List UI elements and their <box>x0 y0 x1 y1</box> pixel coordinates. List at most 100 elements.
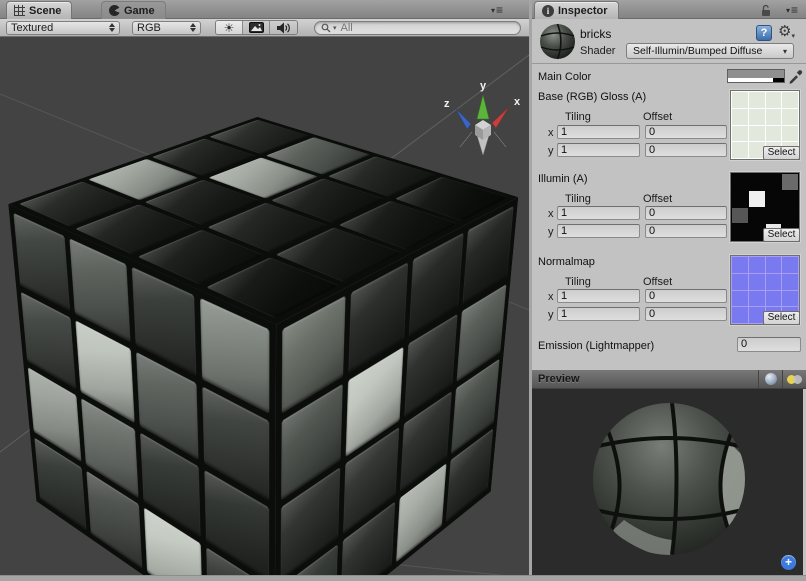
scene-toolbar: Textured RGB ☀ <box>0 19 529 37</box>
base-select-button[interactable]: Select <box>763 146 800 160</box>
inspector-pane-menu-icon[interactable]: ▾≡ <box>786 5 798 15</box>
lights-icon <box>787 375 802 384</box>
audio-toggle-button[interactable] <box>270 21 297 34</box>
info-icon: i <box>542 5 554 17</box>
material-header: bricks Shader Self-Illumin/Bumped Diffus… <box>532 19 806 64</box>
shader-value: Self-Illumin/Bumped Diffuse <box>633 45 762 57</box>
tiling-header: Tiling <box>565 111 591 123</box>
x-row-label: x <box>548 127 554 139</box>
base-offset-x-field[interactable]: 0 <box>645 125 727 139</box>
gizmo-x-axis-cone[interactable] <box>492 107 509 128</box>
scene-panel: Scene Game ▾≡ Textured RGB ☀ <box>0 0 529 575</box>
search-filter-caret-icon: ▾ <box>333 24 337 32</box>
inspector-panel: i Inspector ▾≡ <box>532 0 806 575</box>
eyedropper-icon[interactable] <box>788 68 803 84</box>
illumin-select-button[interactable]: Select <box>763 228 800 242</box>
scene-pane-menu-icon[interactable]: ▾≡ <box>491 5 503 15</box>
scene-viewport[interactable]: y x z <box>0 37 529 575</box>
normal-offset-y-field[interactable]: 0 <box>645 307 727 321</box>
base-offset-y-field[interactable]: 0 <box>645 143 727 157</box>
gear-menu-button[interactable]: ⚙ ▾ <box>778 24 795 40</box>
material-preview-sphere <box>532 389 803 575</box>
gizmo-neg-x-cone[interactable] <box>460 132 472 147</box>
gizmo-y-axis-cone[interactable] <box>477 95 489 119</box>
sun-icon: ☀ <box>224 22 235 34</box>
gear-icon: ⚙ <box>778 24 791 40</box>
emission-label: Emission (Lightmapper) <box>538 340 654 352</box>
unity-editor-window: Scene Game ▾≡ Textured RGB ☀ <box>0 0 806 581</box>
tab-scene[interactable]: Scene <box>6 1 72 19</box>
tiling-header: Tiling <box>565 276 591 288</box>
game-tab-label: Game <box>124 5 155 17</box>
render-channels-value: RGB <box>137 22 161 34</box>
shader-dropdown[interactable]: Self-Illumin/Bumped Diffuse ▾ <box>626 43 794 59</box>
scene-view-toggles: ☀ <box>215 20 298 35</box>
main-color-label: Main Color <box>538 71 591 83</box>
base-map-label: Base (RGB) Gloss (A) <box>538 91 646 103</box>
scene-grid-icon <box>14 5 25 16</box>
shader-label: Shader <box>580 45 615 57</box>
tab-game[interactable]: Game <box>101 1 166 19</box>
normalmap-label: Normalmap <box>538 256 595 268</box>
orientation-gizmo[interactable]: y x z <box>438 79 526 159</box>
lock-icon[interactable] <box>760 4 772 17</box>
offset-header: Offset <box>643 193 672 205</box>
base-tiling-x-field[interactable]: 1 <box>557 125 640 139</box>
material-sphere-thumbnail[interactable] <box>539 23 576 60</box>
tiling-header: Tiling <box>565 193 591 205</box>
textured-cube-object[interactable] <box>128 154 376 575</box>
speaker-icon <box>276 21 291 35</box>
normal-tiling-y-field[interactable]: 1 <box>557 307 640 321</box>
tab-inspector[interactable]: i Inspector <box>534 1 619 19</box>
normalmap-select-button[interactable]: Select <box>763 311 800 325</box>
scene-search-input[interactable]: ▾ All <box>314 21 521 35</box>
dropdown-arrows-icon <box>190 23 196 32</box>
gizmo-y-label: y <box>480 80 487 92</box>
material-name: bricks <box>580 27 611 41</box>
search-icon <box>321 23 331 33</box>
gizmo-neg-z-cone[interactable] <box>494 132 506 147</box>
gizmo-z-label: z <box>444 98 450 110</box>
preview-body[interactable]: + <box>532 389 803 575</box>
game-icon <box>109 5 120 16</box>
offset-header: Offset <box>643 276 672 288</box>
dropdown-arrows-icon <box>109 23 115 32</box>
add-button[interactable]: + <box>781 555 796 570</box>
gizmo-x-label: x <box>514 96 521 108</box>
illumin-offset-y-field[interactable]: 0 <box>645 224 727 238</box>
illumin-offset-x-field[interactable]: 0 <box>645 206 727 220</box>
base-tiling-y-field[interactable]: 1 <box>557 143 640 157</box>
chevron-down-icon: ▾ <box>783 47 787 56</box>
normal-offset-x-field[interactable]: 0 <box>645 289 727 303</box>
inspector-tabstrip: i Inspector ▾≡ <box>532 0 806 19</box>
offset-header: Offset <box>643 111 672 123</box>
shading-mode-value: Textured <box>11 22 53 34</box>
preview-sphere-mode-button[interactable] <box>758 370 782 388</box>
main-color-value-area <box>728 70 784 78</box>
x-row-label: x <box>548 291 554 303</box>
scene-tabstrip: Scene Game ▾≡ <box>0 0 529 19</box>
skybox-toggle-button[interactable] <box>243 21 270 34</box>
x-row-label: x <box>548 208 554 220</box>
shading-mode-dropdown[interactable]: Textured <box>6 21 120 35</box>
illumin-map-label: Illumin (A) <box>538 173 588 185</box>
image-icon <box>249 22 264 33</box>
y-row-label: y <box>548 226 554 238</box>
render-channels-dropdown[interactable]: RGB <box>132 21 201 35</box>
scene-tab-label: Scene <box>29 5 61 17</box>
illumin-tiling-x-field[interactable]: 1 <box>557 206 640 220</box>
y-row-label: y <box>548 309 554 321</box>
illumin-tiling-y-field[interactable]: 1 <box>557 224 640 238</box>
gizmo-z-axis-cone[interactable] <box>456 109 471 129</box>
preview-header[interactable]: Preview <box>532 370 806 389</box>
help-icon[interactable]: ? <box>756 25 772 41</box>
search-placeholder: All <box>341 22 353 34</box>
normal-tiling-x-field[interactable]: 1 <box>557 289 640 303</box>
y-row-label: y <box>548 145 554 157</box>
main-color-swatch[interactable] <box>727 69 785 83</box>
preview-title: Preview <box>532 373 758 385</box>
emission-field[interactable]: 0 <box>737 337 801 352</box>
preview-lighting-button[interactable] <box>782 370 806 388</box>
lighting-toggle-button[interactable]: ☀ <box>216 21 243 34</box>
inspector-tab-label: Inspector <box>558 5 608 17</box>
